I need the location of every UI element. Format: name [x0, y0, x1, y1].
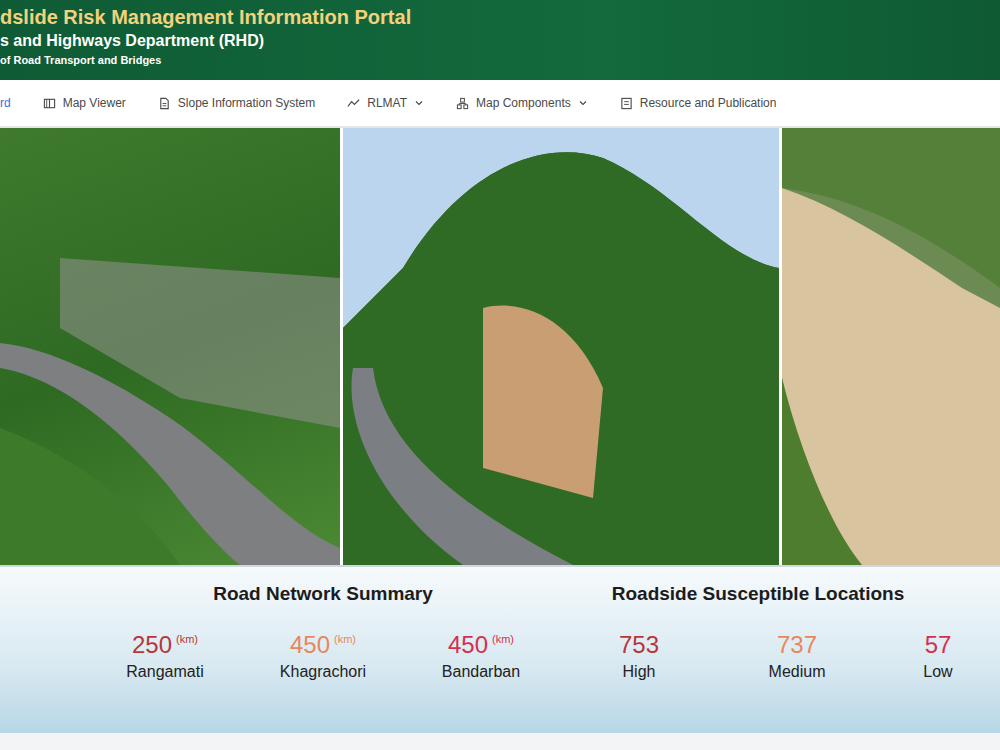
department-name: s and Highways Department (RHD) [0, 30, 1000, 52]
nav-item[interactable]: Resource and Publication [620, 96, 777, 110]
stats-panel: Road Network Summary250(km)Rangamati450(… [0, 565, 1000, 733]
road-network-summary: Road Network Summary250(km)Rangamati450(… [86, 583, 560, 733]
components-icon [456, 97, 469, 110]
nav-item[interactable]: Map Components [456, 96, 588, 110]
map-icon [43, 97, 56, 110]
stat-item: 450(km)Bandarban [402, 631, 560, 681]
chevron-down-icon [578, 98, 588, 108]
susceptible-locations: Roadside Susceptible Locations 753High737… [560, 583, 1000, 733]
stat-item: 450(km)Khagrachori [244, 631, 402, 681]
slope-photo [0, 128, 340, 565]
main-nav: rd Map Viewer Slope Information System RLMA… [0, 80, 1000, 128]
summary-title: Road Network Summary [86, 583, 560, 605]
nav-item[interactable]: Slope Information System [158, 96, 315, 110]
portal-page: dslide Risk Management Information Porta… [0, 0, 1000, 750]
photo-gallery [0, 128, 1000, 565]
publication-icon [620, 97, 633, 110]
trend-icon [347, 97, 360, 110]
portal-title: dslide Risk Management Information Porta… [0, 4, 1000, 30]
nav-item[interactable]: rd [0, 96, 11, 110]
slope-photo [343, 128, 779, 565]
chevron-down-icon [414, 98, 424, 108]
susceptible-title: Roadside Susceptible Locations [560, 583, 1000, 605]
nav-item[interactable]: RLMAT [347, 96, 424, 110]
stat-item: 753High [560, 631, 718, 681]
stat-item: 57Low [876, 631, 1000, 681]
document-icon [158, 97, 171, 110]
slope-photo [782, 128, 1000, 565]
stat-item: 737Medium [718, 631, 876, 681]
ministry-name: of Road Transport and Bridges [0, 52, 1000, 68]
stat-item: 250(km)Rangamati [86, 631, 244, 681]
portal-header: dslide Risk Management Information Porta… [0, 0, 1000, 80]
nav-item[interactable]: Map Viewer [43, 96, 126, 110]
